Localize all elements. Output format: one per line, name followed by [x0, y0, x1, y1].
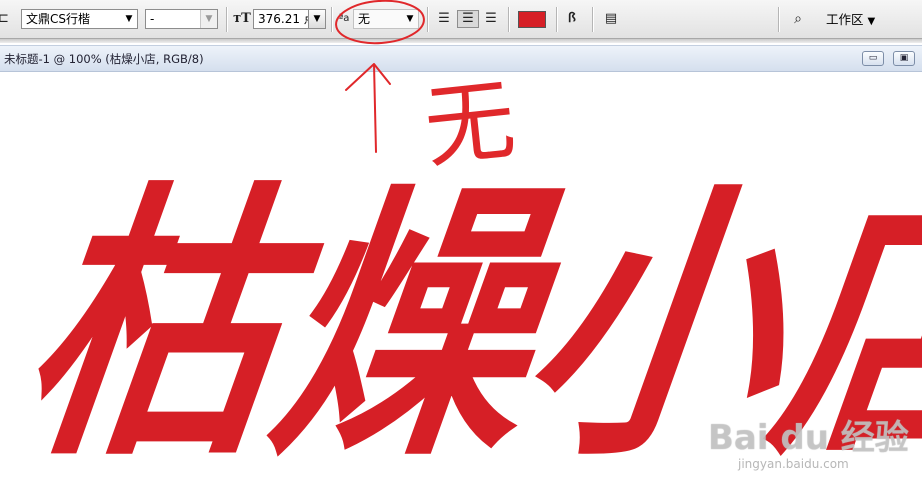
watermark-url: jingyan.baidu.com	[738, 457, 849, 471]
align-center-icon[interactable]: ☰	[457, 10, 479, 28]
font-family-value: 文鼎CS行楷	[26, 12, 90, 26]
chevron-down-icon: ▼	[867, 16, 876, 27]
font-style-value: -	[150, 12, 155, 26]
chevron-down-icon[interactable]: ▼	[402, 10, 418, 28]
annotation-note: 无	[419, 67, 521, 182]
antialias-select[interactable]: 无 ▼	[353, 9, 419, 29]
toolbar-divider	[556, 7, 557, 32]
antialias-icon: ªa	[338, 13, 350, 24]
character-palette-icon[interactable]: ▤	[602, 9, 620, 29]
text-orientation-icon[interactable]: ⊏	[0, 9, 9, 29]
chevron-down-icon[interactable]: ▼	[121, 10, 137, 28]
toolbar-divider	[778, 7, 779, 32]
canvas-glyph: 燥	[256, 155, 554, 495]
bridge-icon[interactable]: ⌕	[786, 9, 810, 29]
text-color-swatch[interactable]	[518, 11, 546, 28]
warp-text-icon[interactable]: ꟗ	[563, 9, 581, 29]
antialias-value: 无	[358, 12, 371, 26]
align-right-icon[interactable]: ☰	[483, 9, 499, 29]
chevron-down-icon[interactable]: ▼	[200, 10, 217, 28]
font-size-select[interactable]: 376.21 点 ▼	[253, 9, 326, 29]
font-size-icon: ᴛT	[233, 11, 251, 26]
workspace-button[interactable]: 工作区 ▼	[826, 11, 875, 29]
align-left-icon[interactable]: ☰	[436, 9, 452, 29]
workspace-label: 工作区	[826, 12, 864, 27]
canvas-glyph: 枯	[6, 155, 304, 495]
font-family-select[interactable]: 文鼎CS行楷 ▼	[21, 9, 138, 29]
toolbar-divider	[331, 7, 332, 32]
document-title-bar[interactable]: 未标题-1 @ 100% (枯燥小店, RGB/8) ▭ ▣	[0, 45, 922, 72]
options-toolbar: ⊏ 文鼎CS行楷 ▼ - ▼ ᴛT 376.21 点 ▼ ªa 无 ▼ ☰ ☰ …	[0, 0, 922, 39]
document-title: 未标题-1 @ 100% (枯燥小店, RGB/8)	[4, 52, 204, 66]
font-style-select[interactable]: - ▼	[145, 9, 218, 29]
chevron-down-icon[interactable]: ▼	[308, 10, 325, 28]
minimize-button[interactable]: ▭	[862, 51, 884, 66]
restore-button[interactable]: ▣	[893, 51, 915, 66]
toolbar-divider	[226, 7, 227, 32]
watermark: Bai du 经验 jingyan.baidu.com	[708, 410, 909, 490]
toolbar-divider	[427, 7, 428, 32]
toolbar-divider	[508, 7, 509, 32]
watermark-logo: Bai du 经验	[708, 418, 909, 458]
toolbar-divider	[592, 7, 593, 32]
toolbar-shadow	[0, 39, 922, 43]
